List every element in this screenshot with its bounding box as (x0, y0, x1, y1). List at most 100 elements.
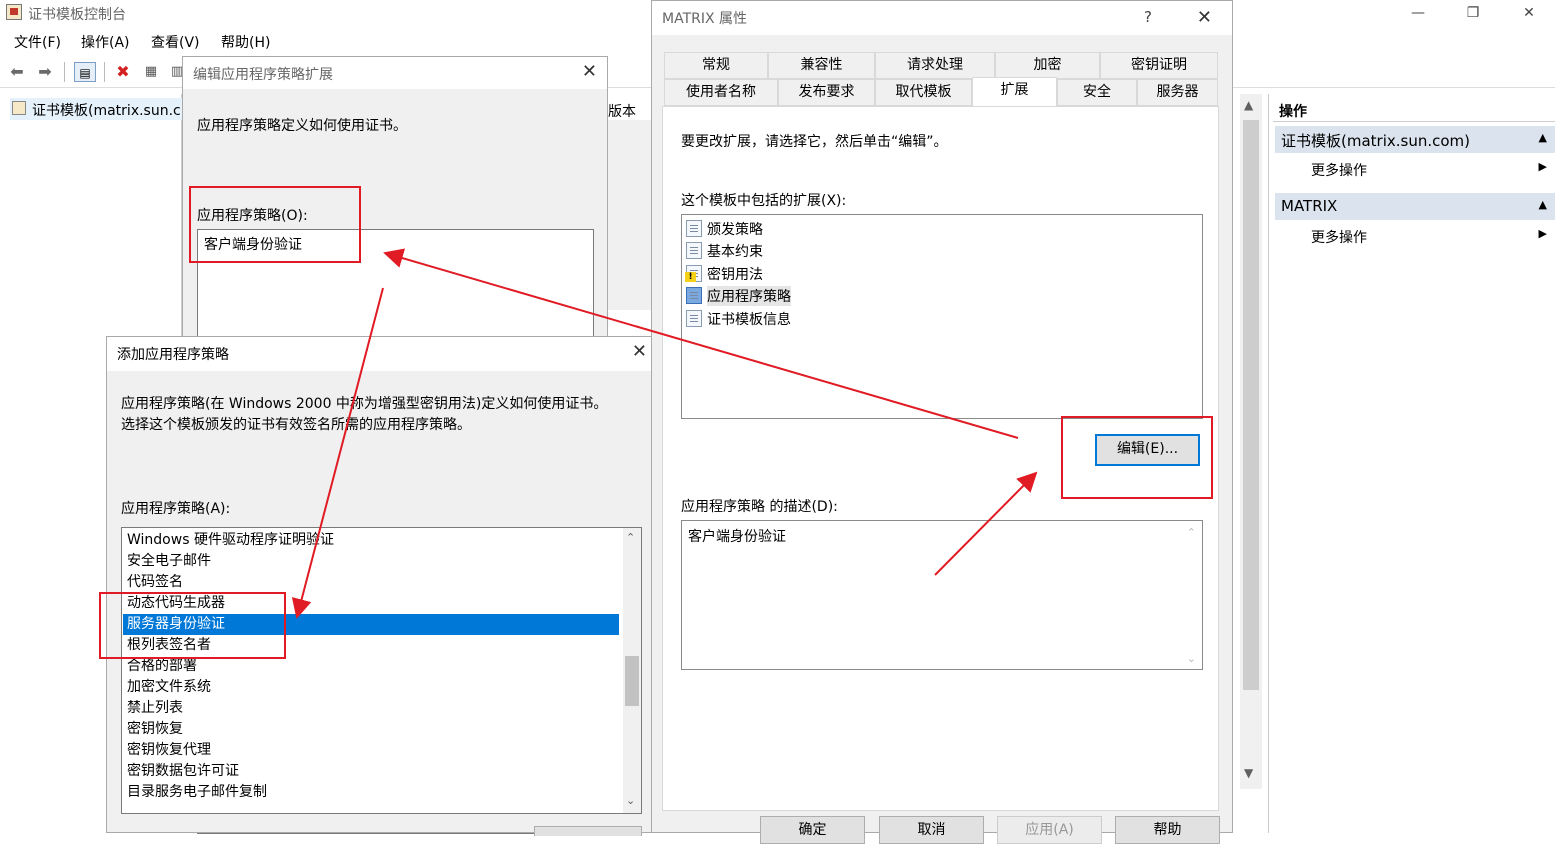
close-icon[interactable]: ✕ (582, 61, 597, 82)
extension-item[interactable]: 基本约束 (686, 240, 986, 261)
action-label: 更多操作 (1311, 163, 1367, 179)
menu-file[interactable]: 文件(F) (14, 32, 61, 52)
list-item[interactable]: 合格的部署 (123, 656, 619, 677)
main-window-title: 证书模板控制台 (28, 7, 126, 23)
column-header-version[interactable]: 版本 (608, 101, 636, 121)
close-icon[interactable]: ✕ (632, 341, 647, 362)
extension-label: 密钥用法 (707, 267, 763, 283)
list-item[interactable]: Windows 硬件驱动程序证明验证 (123, 530, 619, 551)
tab-superseded-templates[interactable]: 取代模板 (875, 79, 972, 106)
tree-item-certificate-templates[interactable]: 证书模板(matrix.sun.c (10, 98, 185, 120)
action-more-actions[interactable]: 更多操作 ▶ (1275, 156, 1555, 182)
tab-subject-name[interactable]: 使用者名称 (664, 79, 778, 106)
extension-document-icon (686, 310, 702, 327)
dialog-description-line1: 应用程序策略(在 Windows 2000 中称为增强型密钥用法)定义如何使用证… (121, 396, 608, 412)
collapse-icon[interactable]: ▲ (1539, 198, 1547, 211)
extension-warning-icon (685, 265, 702, 282)
ok-button-partial[interactable] (534, 826, 642, 836)
list-item[interactable]: 目录服务电子邮件复制 (123, 782, 619, 803)
extension-label: 基本约束 (707, 244, 763, 260)
dialog-description-line2: 选择这个模板颁发的证书有效签名所需的应用程序策略。 (121, 417, 471, 433)
extension-item[interactable]: 颁发策略 (686, 218, 986, 239)
actions-header: 操作 (1273, 98, 1555, 122)
list-item[interactable]: 密钥恢复代理 (123, 740, 619, 761)
extension-document-icon (686, 220, 702, 237)
scroll-up-icon: ⌃ (1186, 526, 1196, 539)
ok-button[interactable]: 确定 (760, 816, 865, 844)
help-icon[interactable]: ? (1144, 8, 1152, 26)
extensions-list[interactable]: 颁发策略 基本约束 密钥用法 应用程序策略 证书模板信息 (681, 214, 1203, 419)
list-item[interactable]: 加密文件系统 (123, 677, 619, 698)
extensions-instruction: 要更改扩展，请选择它，然后单击“编辑”。 (681, 134, 948, 150)
actions-group-matrix[interactable]: MATRIX ▲ (1275, 193, 1555, 220)
tab-key-attestation[interactable]: 密钥证明 (1100, 52, 1218, 79)
list-item[interactable]: 密钥数据包许可证 (123, 761, 619, 782)
back-arrow-icon[interactable]: ⬅ (6, 62, 28, 82)
extension-document-icon (686, 242, 702, 259)
annotation-box-policy-value (189, 186, 361, 263)
extension-item-selected[interactable]: 应用程序策略 (686, 285, 986, 306)
tab-server[interactable]: 服务器 (1137, 79, 1218, 106)
tab-issuance-requirements[interactable]: 发布要求 (778, 79, 875, 106)
actions-group-label: 证书模板(matrix.sun.com) (1281, 132, 1471, 150)
tab-general[interactable]: 常规 (664, 52, 768, 79)
extension-label: 颁发策略 (707, 222, 763, 238)
extension-description-box[interactable]: 客户端身份验证 ⌃ ⌄ (681, 520, 1203, 670)
tab-compatibility[interactable]: 兼容性 (768, 52, 875, 79)
description-label: 应用程序策略 的描述(D): (681, 499, 838, 515)
extension-description-text: 客户端身份验证 (688, 529, 786, 545)
minimize-icon[interactable]: — (1395, 2, 1441, 26)
extensions-list-label: 这个模板中包括的扩展(X): (681, 193, 847, 209)
cancel-button[interactable]: 取消 (879, 816, 984, 844)
application-policies-listbox[interactable]: Windows 硬件驱动程序证明验证 安全电子邮件 代码签名 动态代码生成器 服… (121, 527, 642, 814)
delete-icon[interactable]: ✖ (112, 62, 134, 82)
scroll-up-icon[interactable]: ▲ (1244, 98, 1253, 112)
certificate-templates-app-icon (6, 4, 22, 20)
properties-icon[interactable]: ▦ (140, 62, 162, 82)
forward-arrow-icon[interactable]: ➡ (34, 62, 56, 82)
dialog-title: 添加应用程序策略 (117, 347, 229, 363)
extension-label: 应用程序策略 (707, 286, 791, 306)
apply-button[interactable]: 应用(A) (997, 816, 1102, 844)
dialog-description: 应用程序策略定义如何使用证书。 (197, 118, 407, 134)
dialog-title: MATRIX 属性 (662, 11, 748, 27)
help-button[interactable]: 帮助 (1115, 816, 1220, 844)
results-scrollbar[interactable]: ▲ ▼ (1240, 94, 1262, 789)
list-item[interactable]: 安全电子邮件 (123, 551, 619, 572)
close-icon[interactable]: ✕ (1197, 7, 1212, 28)
collapse-icon[interactable]: ▲ (1539, 131, 1547, 144)
scroll-down-icon[interactable]: ⌄ (626, 794, 635, 807)
list-item[interactable]: 密钥恢复 (123, 719, 619, 740)
action-more-actions[interactable]: 更多操作 ▶ (1275, 223, 1555, 249)
extension-item[interactable]: 证书模板信息 (686, 308, 986, 329)
tab-request-handling[interactable]: 请求处理 (875, 52, 995, 79)
tab-cryptography[interactable]: 加密 (995, 52, 1100, 79)
results-pane-background (608, 120, 652, 310)
scroll-up-icon[interactable]: ⌃ (626, 531, 635, 544)
menu-action[interactable]: 操作(A) (81, 32, 130, 52)
scroll-down-icon[interactable]: ▼ (1244, 766, 1253, 780)
menu-view[interactable]: 查看(V) (151, 32, 200, 52)
close-icon[interactable]: ✕ (1506, 2, 1552, 26)
extension-item[interactable]: 密钥用法 (685, 263, 986, 284)
toolbar-separator (64, 62, 65, 82)
tab-extensions[interactable]: 扩展 (972, 77, 1057, 107)
actions-group-certificate-templates[interactable]: 证书模板(matrix.sun.com) ▲ (1275, 126, 1555, 153)
show-hide-console-tree-icon[interactable]: ▤ (74, 62, 96, 82)
action-label: 更多操作 (1311, 230, 1367, 246)
actions-header-label: 操作 (1279, 104, 1307, 120)
scrollbar-thumb[interactable] (1243, 120, 1259, 690)
restore-icon[interactable]: ❐ (1450, 2, 1496, 26)
list-item[interactable]: 禁止列表 (123, 698, 619, 719)
tab-security[interactable]: 安全 (1057, 79, 1137, 106)
scrollbar-thumb[interactable] (625, 656, 639, 706)
extension-label: 证书模板信息 (707, 312, 791, 328)
dialog-title: 编辑应用程序策略扩展 (193, 67, 333, 83)
actions-group-label: MATRIX (1281, 197, 1338, 215)
annotation-box-server-auth (99, 592, 286, 659)
menu-help[interactable]: 帮助(H) (221, 32, 270, 52)
tree-item-label: 证书模板(matrix.sun.c (32, 103, 181, 119)
listbox-scrollbar[interactable]: ⌃ ⌄ (623, 528, 641, 813)
list-item[interactable]: 代码签名 (123, 572, 619, 593)
submenu-arrow-icon: ▶ (1538, 160, 1547, 173)
